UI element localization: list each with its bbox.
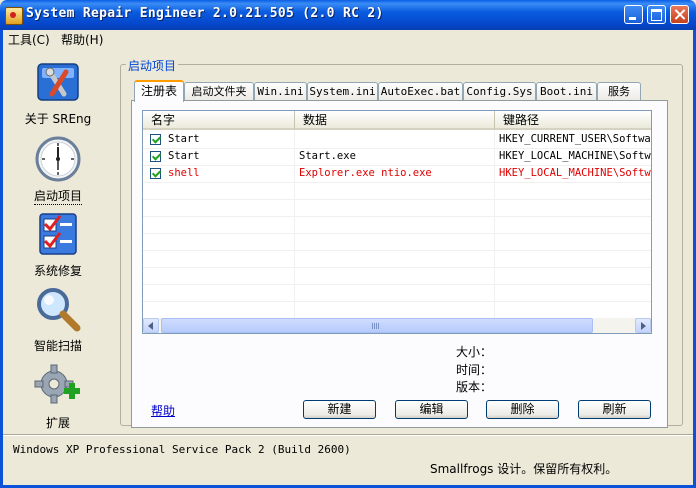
startup-list[interactable]: 名字 数据 键路径 Start HKEY_CURRENT_USER\Softwa… [142, 110, 652, 334]
nav-label-repair: 系统修复 [33, 264, 82, 278]
row-data: Explorer.exe ntio.exe [299, 167, 432, 179]
copyright-text: Smallfrogs 设计。保留所有权利。 [430, 462, 618, 476]
magnifier-icon [34, 285, 82, 333]
close-button[interactable] [670, 5, 689, 24]
scroll-thumb[interactable] [161, 318, 593, 333]
horizontal-scrollbar[interactable] [143, 318, 651, 333]
maximize-button[interactable] [647, 5, 666, 24]
nav-label-about: 关于 SREng [24, 112, 92, 126]
tab-services[interactable]: 服务 [597, 82, 641, 100]
edit-button[interactable]: 编辑 [395, 400, 468, 419]
refresh-button[interactable]: 刷新 [578, 400, 651, 419]
column-header-path[interactable]: 键路径 [495, 111, 651, 130]
tab-system-ini[interactable]: System.ini [307, 82, 378, 100]
help-link[interactable]: 帮助 [151, 402, 175, 419]
tab-boot-ini[interactable]: Boot.ini [536, 82, 597, 100]
status-divider [3, 434, 693, 436]
gear-plus-icon [34, 362, 82, 410]
row-path: HKEY_LOCAL_MACHINE\Softwa [499, 167, 651, 179]
table-row[interactable]: shell Explorer.exe ntio.exe HKEY_LOCAL_M… [143, 166, 651, 183]
row-path: HKEY_LOCAL_MACHINE\Softwa [499, 150, 651, 162]
nav-item-about[interactable]: 关于 SREng [10, 58, 106, 127]
new-button[interactable]: 新建 [303, 400, 376, 419]
checklist-icon [34, 210, 82, 258]
window-title: System Repair Engineer 2.0.21.505 (2.0 R… [26, 6, 384, 21]
tab-startup-folder[interactable]: 启动文件夹 [184, 82, 254, 100]
nav-label-startup: 启动项目 [33, 189, 82, 205]
column-header-data[interactable]: 数据 [295, 111, 495, 130]
version-label: 版本： [456, 380, 493, 394]
menu-bar: 工具(C) 帮助(H) [3, 30, 693, 48]
row-checkbox[interactable] [150, 134, 161, 145]
row-path: HKEY_CURRENT_USER\Softwar [499, 133, 651, 145]
nav-label-scan: 智能扫描 [33, 339, 82, 353]
time-label: 时间： [456, 363, 493, 377]
menu-tools[interactable]: 工具(C) [8, 31, 50, 48]
row-checkbox[interactable] [150, 151, 161, 162]
row-checkbox[interactable] [150, 168, 161, 179]
tab-registry[interactable]: 注册表 [134, 80, 184, 102]
delete-button[interactable]: 删除 [486, 400, 559, 419]
column-header-name[interactable]: 名字 [143, 111, 295, 130]
scroll-right-button[interactable] [635, 318, 651, 333]
nav-label-extend: 扩展 [45, 416, 70, 430]
minimize-button[interactable] [624, 5, 643, 24]
nav-item-extend[interactable]: 扩展 [10, 362, 106, 431]
app-icon [5, 7, 23, 25]
title-bar[interactable]: System Repair Engineer 2.0.21.505 (2.0 R… [0, 0, 696, 30]
scroll-left-button[interactable] [143, 318, 159, 333]
row-name: Start [168, 150, 200, 162]
row-data: Start.exe [299, 150, 356, 162]
os-info-text: Windows XP Professional Service Pack 2 (… [13, 443, 351, 456]
tab-win-ini[interactable]: Win.ini [254, 82, 307, 100]
row-name: Start [168, 133, 200, 145]
table-row[interactable]: Start HKEY_CURRENT_USER\Softwar [143, 132, 651, 149]
tab-config-sys[interactable]: Config.Sys [463, 82, 536, 100]
clock-icon [34, 135, 82, 183]
tab-autoexec-bat[interactable]: AutoExec.bat [378, 82, 463, 100]
menu-help[interactable]: 帮助(H) [61, 31, 103, 48]
table-row[interactable]: Start Start.exe HKEY_LOCAL_MACHINE\Softw… [143, 149, 651, 166]
nav-item-repair[interactable]: 系统修复 [10, 210, 106, 279]
nav-item-scan[interactable]: 智能扫描 [10, 285, 106, 354]
row-name: shell [168, 167, 200, 179]
group-title: 启动项目 [126, 57, 179, 74]
size-label: 大小： [456, 345, 493, 359]
toolbox-icon [34, 58, 82, 106]
nav-item-startup[interactable]: 启动项目 [10, 135, 106, 205]
